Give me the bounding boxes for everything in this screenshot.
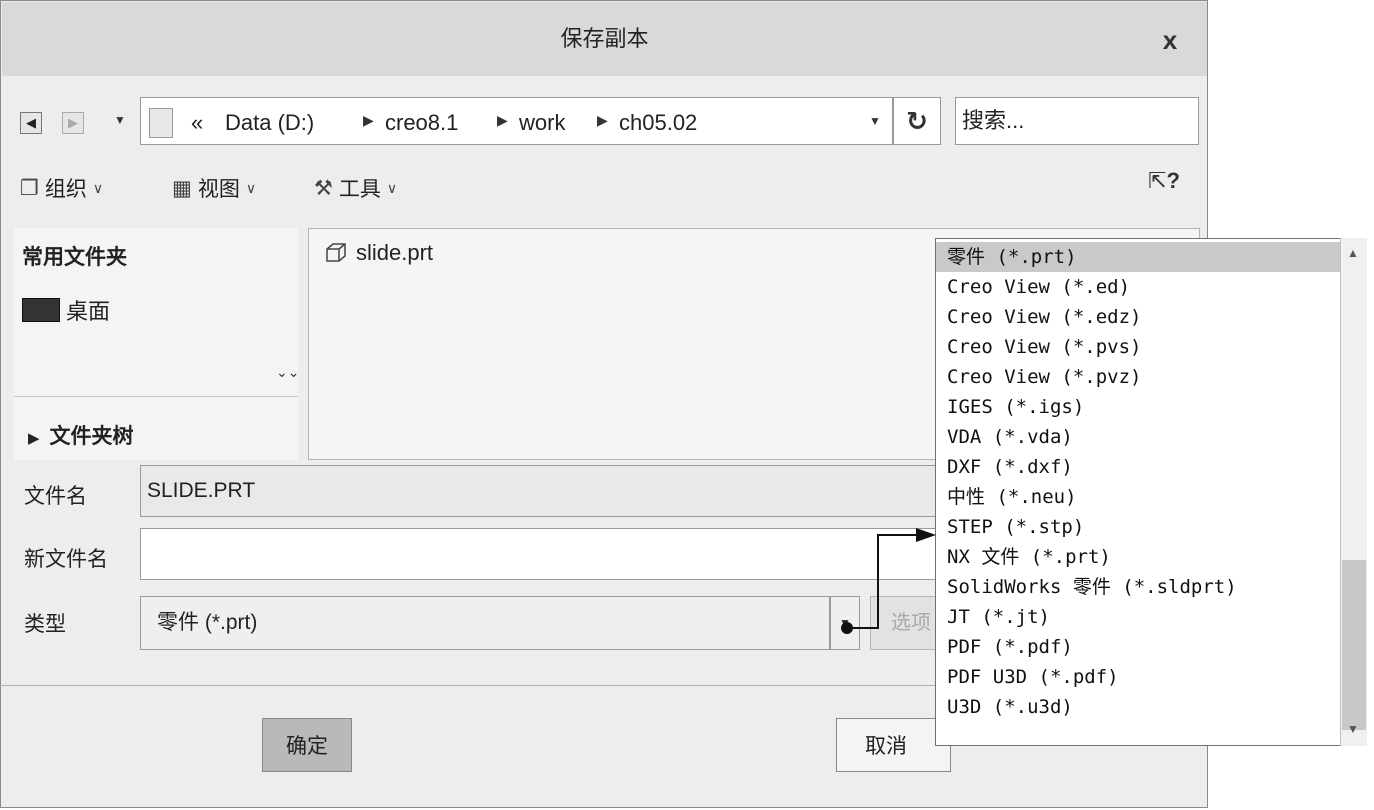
desktop-icon [22,298,60,322]
view-label: 视图 [197,178,240,201]
dialog-title: 保存副本 [560,26,649,51]
back-button[interactable]: ◀ [20,112,42,134]
filename-field[interactable]: SLIDE.PRT [140,465,940,517]
title-bar: 保存副本 x [2,2,1207,76]
expand-more-icon[interactable]: ⌄⌄ [276,364,299,381]
part-file-icon [326,243,346,262]
scroll-down-icon[interactable]: ▼ [1342,722,1364,736]
chevron-down-icon: ∨ [386,179,398,196]
chevron-down-icon: ∨ [92,179,104,196]
favorites-heading: 常用文件夹 [22,246,127,269]
folder-tree-toggle[interactable]: ▶ 文件夹树 [28,420,134,450]
type-option[interactable]: NX 文件 (*.prt) [936,542,1341,572]
help-pointer-button[interactable]: ⇱? [1148,168,1180,194]
forward-button[interactable]: ▶ [62,112,84,134]
ok-button[interactable]: 确定 [262,718,352,772]
breadcrumb-arrow-icon[interactable]: ▶ [363,112,374,129]
arrow-right-icon: ▶ [68,115,78,130]
type-option[interactable]: DXF (*.dxf) [936,452,1341,482]
organize-label: 组织 [44,178,87,201]
type-option[interactable]: STEP (*.stp) [936,512,1341,542]
file-item[interactable]: slide.prt [324,240,433,266]
address-dropdown-icon[interactable]: ▼ [869,114,881,128]
file-name: slide.prt [356,240,434,265]
type-dropdown-list[interactable]: 零件 (*.prt) Creo View (*.ed) Creo View (*… [935,238,1367,746]
type-option[interactable]: PDF U3D (*.pdf) [936,662,1341,692]
type-option[interactable]: 零件 (*.prt) [936,242,1341,272]
type-option[interactable]: Creo View (*.pvs) [936,332,1341,362]
type-option[interactable]: Creo View (*.pvz) [936,362,1341,392]
refresh-icon: ↻ [906,106,928,136]
favorite-desktop[interactable]: 桌面 [66,294,110,326]
breadcrumb-current[interactable]: ch05.02 [619,110,697,136]
type-option[interactable]: Creo View (*.edz) [936,302,1341,332]
type-option[interactable]: VDA (*.vda) [936,422,1341,452]
type-select[interactable]: 零件 (*.prt) [140,596,830,650]
cancel-button[interactable]: 取消 [836,718,951,772]
folder-tree-label: 文件夹树 [49,425,134,448]
arrow-left-icon: ◀ [26,115,36,130]
breadcrumb-prefix[interactable]: « [191,110,203,136]
pointer-icon: ⇱ [1148,168,1167,193]
history-dropdown[interactable]: ▼ [114,113,126,127]
close-button[interactable]: x [1152,24,1188,56]
type-option[interactable]: IGES (*.igs) [936,392,1341,422]
scroll-up-icon[interactable]: ▲ [1342,246,1364,260]
refresh-button[interactable]: ↻ [893,97,941,145]
search-input[interactable] [955,97,1199,145]
folder-icon [149,108,173,138]
help-label: ? [1166,168,1180,193]
breadcrumb-work[interactable]: work [519,110,565,136]
breadcrumb-drive[interactable]: Data (D:) [225,110,314,136]
type-label: 类型 [24,613,66,636]
view-grid-icon: ▦ [172,176,192,200]
new-filename-field[interactable] [140,528,940,580]
type-option[interactable]: U3D (*.u3d) [936,692,1341,722]
chevron-down-icon: ▼ [839,616,851,630]
organize-icon: ❐ [20,176,39,200]
organize-menu[interactable]: ❐ 组织 ∨ [20,168,103,208]
breadcrumb-arrow-icon[interactable]: ▶ [597,112,608,129]
pane-divider [14,396,298,397]
new-filename-label: 新文件名 [24,548,108,571]
chevron-down-icon: ∨ [245,179,257,196]
breadcrumb-arrow-icon[interactable]: ▶ [497,112,508,129]
chevron-down-icon: ▼ [114,113,126,127]
tools-icon: ⚒ [314,176,333,200]
tools-label: 工具 [338,178,381,201]
type-option[interactable]: PDF (*.pdf) [936,632,1341,662]
tools-menu[interactable]: ⚒ 工具 ∨ [314,168,397,208]
address-bar[interactable]: « Data (D:) ▶ creo8.1 ▶ work ▶ ch05.02 ▼ [140,97,893,145]
type-option[interactable]: 中性 (*.neu) [936,482,1341,512]
filename-label: 文件名 [24,485,87,508]
scrollbar-thumb[interactable] [1342,560,1366,730]
breadcrumb-creo[interactable]: creo8.1 [385,110,458,136]
type-option[interactable]: SolidWorks 零件 (*.sldprt) [936,572,1341,602]
type-dropdown-button[interactable]: ▼ [830,596,860,650]
type-option[interactable]: JT (*.jt) [936,602,1341,632]
options-button[interactable]: 选项 [870,596,940,650]
type-option[interactable]: Creo View (*.ed) [936,272,1341,302]
view-menu[interactable]: ▦ 视图 ∨ [172,168,256,208]
expand-arrow-icon: ▶ [28,430,40,447]
